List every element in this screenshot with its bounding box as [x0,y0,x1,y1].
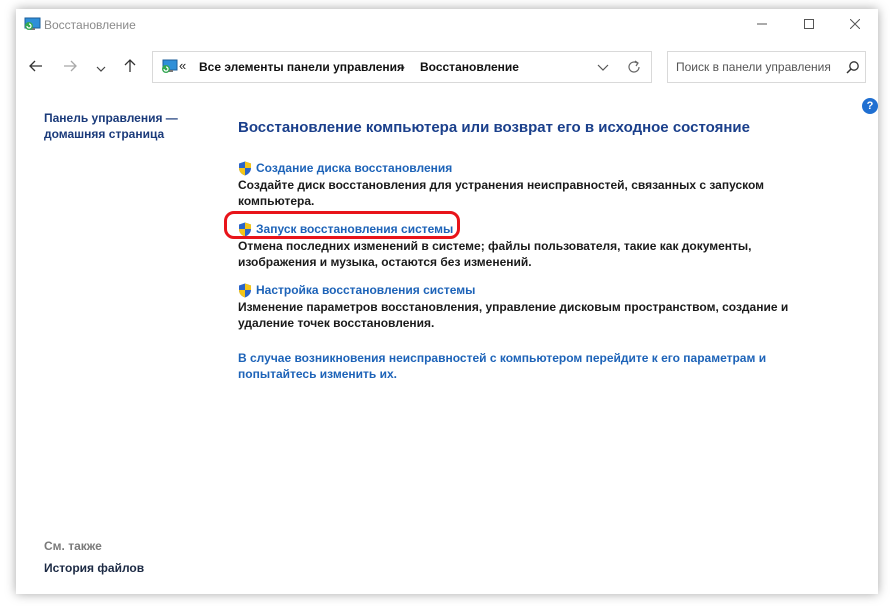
create-recovery-drive-link[interactable]: Создание диска восстановления [238,160,798,176]
chevron-down-icon [595,63,611,80]
minimize-icon [757,16,767,34]
close-icon [849,16,861,34]
task-description: Изменение параметров восстановления, упр… [238,300,789,330]
breadcrumb-all-items[interactable]: Все элементы панели управления [199,60,404,74]
help-icon[interactable]: ? [862,98,878,114]
file-history-link[interactable]: История файлов [44,561,144,575]
refresh-icon [625,60,643,80]
address-dropdown-button[interactable] [595,58,611,76]
minimize-button[interactable] [739,9,785,41]
task-create-recovery-drive: Создание диска восстановления Создайте д… [238,160,798,209]
arrow-right-icon [63,59,77,77]
chevron-down-icon [96,59,106,77]
refresh-button[interactable] [625,58,643,76]
task-label[interactable]: Настройка восстановления системы [256,283,475,297]
recovery-window: Восстановление « Все элементы панели упр… [16,9,878,594]
configure-system-restore-link[interactable]: Настройка восстановления системы [238,282,798,298]
back-button[interactable] [24,57,48,79]
search-box[interactable] [667,51,866,83]
recent-locations-button[interactable] [89,57,113,79]
page-title: Восстановление компьютера или возврат ег… [238,119,750,136]
task-description: Отмена последних изменений в системе; фа… [238,239,752,269]
forward-button[interactable] [58,57,82,79]
troubleshoot-settings-link[interactable]: В случае возникновения неисправностей с … [238,350,798,382]
title-bar: Восстановление [16,9,878,41]
maximize-icon [804,16,814,34]
search-icon[interactable] [846,60,860,74]
maximize-button[interactable] [786,9,832,41]
task-description: Создайте диск восстановления для устране… [238,178,765,208]
address-overflow[interactable]: « [179,58,186,73]
close-button[interactable] [832,9,878,41]
address-bar[interactable]: « Все элементы панели управления › Восст… [152,51,652,83]
uac-shield-icon [238,161,252,176]
uac-shield-icon [238,283,252,298]
window-title: Восстановление [44,18,136,32]
task-label[interactable]: Создание диска восстановления [256,161,452,175]
control-panel-icon [161,59,178,74]
arrow-up-icon [124,58,136,78]
search-input[interactable] [668,52,840,82]
up-button[interactable] [118,57,142,79]
recovery-app-icon [24,17,41,31]
task-configure-system-restore: Настройка восстановления системы Изменен… [238,282,798,331]
arrow-left-icon [29,59,43,77]
breadcrumb-recovery[interactable]: Восстановление [420,60,519,74]
control-panel-home-link[interactable]: Панель управления — домашняя страница [44,110,194,142]
see-also-label: См. также [44,539,102,553]
breadcrumb-separator[interactable]: › [401,60,405,74]
navigation-bar: « Все элементы панели управления › Восст… [16,41,878,93]
highlight-annotation [224,211,460,239]
